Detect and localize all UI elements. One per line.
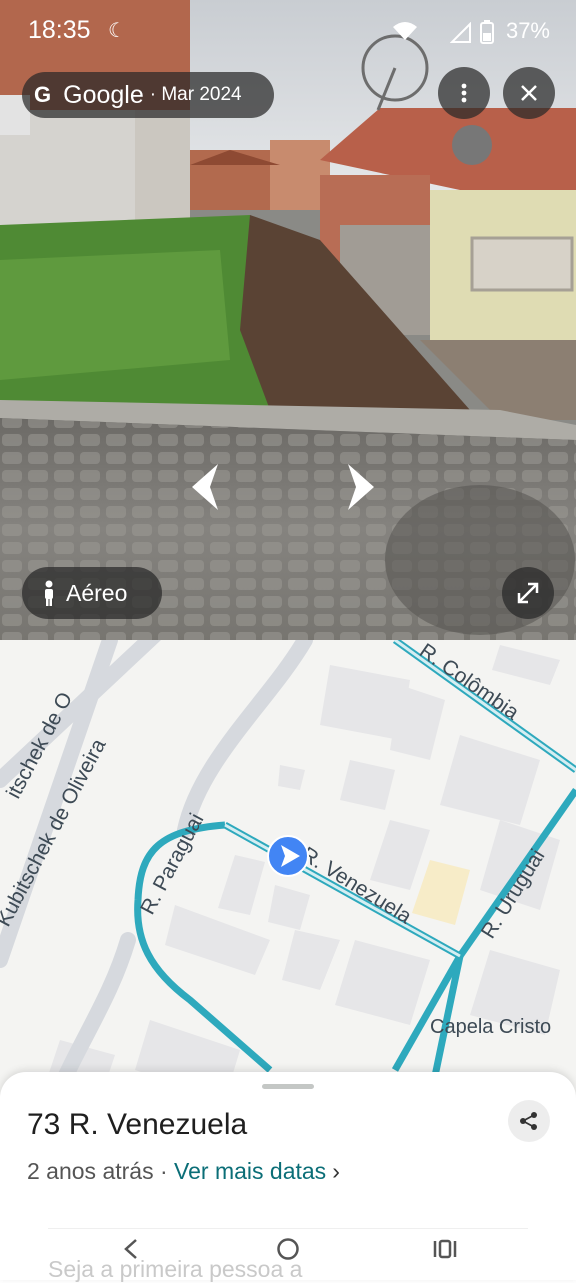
provider-name: Google bbox=[63, 80, 144, 109]
imagery-age: 2 anos atrás bbox=[27, 1158, 154, 1184]
imagery-source-chip[interactable]: G Google · Mar 2024 bbox=[22, 72, 274, 118]
battery-icon bbox=[480, 20, 494, 44]
person-icon bbox=[45, 580, 53, 606]
drag-handle[interactable] bbox=[262, 1084, 314, 1089]
chevron-right-icon[interactable]: › bbox=[332, 1158, 340, 1184]
google-g-icon: G bbox=[34, 82, 52, 107]
address-title: 73 R. Venezuela bbox=[27, 1108, 248, 1141]
poi-label: Capela Cristo bbox=[430, 1016, 551, 1038]
location-pin-icon[interactable] bbox=[267, 835, 309, 877]
more-vert-icon bbox=[461, 83, 467, 103]
close-button[interactable] bbox=[503, 67, 555, 119]
status-bar: 18:35 ☾ 37% bbox=[0, 0, 576, 64]
battery-percent: 37% bbox=[505, 18, 550, 43]
signal-icon bbox=[450, 22, 471, 43]
recents-icon[interactable] bbox=[432, 1239, 458, 1259]
status-time: 18:35 bbox=[28, 16, 91, 44]
moon-icon: ☾ bbox=[108, 20, 126, 42]
share-button[interactable] bbox=[508, 1100, 550, 1142]
imagery-meta: 2 anos atrás · Ver mais datas › bbox=[27, 1158, 340, 1185]
share-icon bbox=[520, 1112, 537, 1130]
aerial-view-button[interactable]: Aéreo bbox=[22, 567, 162, 619]
aerial-label: Aéreo bbox=[66, 579, 128, 606]
map-canvas[interactable]: R. Colômbia itschek de O Kubitschek de O… bbox=[0, 640, 576, 1100]
fullscreen-button[interactable] bbox=[502, 567, 554, 619]
expand-icon bbox=[517, 582, 539, 604]
meta-separator: · bbox=[153, 1158, 175, 1184]
system-nav-bar bbox=[0, 1220, 576, 1280]
map-panel[interactable]: R. Colômbia itschek de O Kubitschek de O… bbox=[0, 640, 576, 1100]
wifi-icon bbox=[393, 22, 417, 40]
back-icon[interactable] bbox=[122, 1238, 140, 1260]
capture-date: · Mar 2024 bbox=[149, 84, 242, 105]
street-view-panel[interactable]: 18:35 ☾ 37% G Google · Mar 2024 Aéreo bbox=[0, 0, 576, 640]
see-more-dates-link[interactable]: Ver mais datas bbox=[174, 1158, 326, 1184]
close-icon bbox=[521, 85, 537, 101]
more-options-button[interactable] bbox=[438, 67, 490, 119]
home-icon[interactable] bbox=[276, 1237, 300, 1261]
